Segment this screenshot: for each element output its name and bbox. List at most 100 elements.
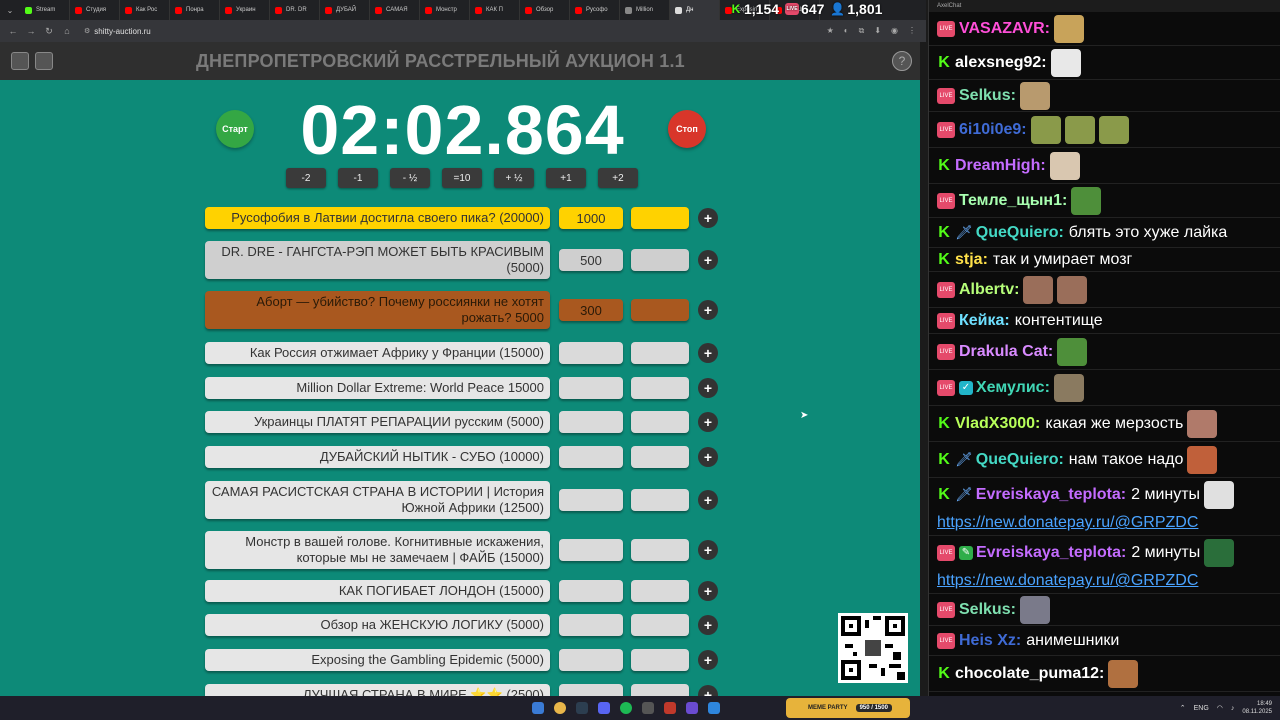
timer-step-button[interactable]: +1 <box>546 168 586 188</box>
lot-add-amount-field[interactable] <box>631 684 689 696</box>
site-info-icon[interactable]: ⚙ <box>84 27 90 35</box>
lot-name-field[interactable]: Аборт — убийство? Почему россиянки не хо… <box>205 291 550 329</box>
steam-icon[interactable] <box>576 702 588 714</box>
menu-icon[interactable]: ⋮ <box>908 26 916 36</box>
add-bid-button[interactable]: + <box>698 208 718 228</box>
help-button[interactable]: ? <box>892 51 912 71</box>
lot-name-field[interactable]: Exposing the Gambling Epidemic (5000) <box>205 649 550 671</box>
browser-tab[interactable]: Million <box>620 0 670 20</box>
lot-amount-field[interactable]: 500 <box>559 249 623 271</box>
lot-amount-field[interactable] <box>559 580 623 602</box>
chat-username[interactable]: Хемулис: <box>976 379 1050 397</box>
add-bid-button[interactable]: + <box>698 540 718 560</box>
chat-username[interactable]: Heis Xz: <box>959 632 1021 650</box>
timer-step-button[interactable]: -2 <box>286 168 326 188</box>
lot-name-field[interactable]: Русофобия в Латвии достигла своего пика?… <box>205 207 550 229</box>
browser-tab[interactable]: САМАЯ <box>370 0 420 20</box>
chat-username[interactable]: Selkus: <box>959 87 1016 105</box>
chat-username[interactable]: 6i10i0e9: <box>959 121 1027 139</box>
wifi-icon[interactable]: ◠ <box>1217 704 1223 712</box>
browser-tab[interactable]: DR. DR <box>270 0 320 20</box>
chat-username[interactable]: DreamHigh: <box>955 157 1046 175</box>
browser-tab[interactable]: Русофо <box>570 0 620 20</box>
lot-amount-field[interactable]: 1000 <box>559 207 623 229</box>
browser-tab[interactable]: Дн <box>670 0 720 20</box>
lot-amount-field[interactable] <box>559 411 623 433</box>
timer-step-button[interactable]: +2 <box>598 168 638 188</box>
lot-amount-field[interactable] <box>559 684 623 696</box>
chat-username[interactable]: QueQuiero: <box>976 451 1064 469</box>
app-icon-2[interactable] <box>686 702 698 714</box>
lot-add-amount-field[interactable] <box>631 411 689 433</box>
lot-add-amount-field[interactable] <box>631 249 689 271</box>
timer-step-button[interactable]: -1 <box>338 168 378 188</box>
chat-username[interactable]: chocolate_puma12: <box>955 665 1104 683</box>
chat-username[interactable]: VladX3000: <box>955 415 1040 433</box>
language-indicator[interactable]: ENG <box>1194 705 1209 712</box>
browser-tab[interactable]: Понра <box>170 0 220 20</box>
add-bid-button[interactable]: + <box>698 300 718 320</box>
volume-icon[interactable]: ♪ <box>1231 705 1235 712</box>
lot-amount-field[interactable] <box>559 342 623 364</box>
chat-username[interactable]: Кейка: <box>959 312 1010 330</box>
add-bid-button[interactable]: + <box>698 615 718 635</box>
chat-username[interactable]: Evreiskaya_teplota: <box>976 486 1126 504</box>
back-icon[interactable]: ← <box>4 26 22 36</box>
chrome-icon[interactable] <box>554 702 566 714</box>
lot-name-field[interactable]: ЛУЧШАЯ СТРАНА В МИРЕ ⭐⭐ (2500) <box>205 684 550 696</box>
chat-username[interactable]: Selkus: <box>959 601 1016 619</box>
lot-add-amount-field[interactable] <box>631 207 689 229</box>
browser-tab[interactable]: ДУБАЙ <box>320 0 370 20</box>
lot-add-amount-field[interactable] <box>631 446 689 468</box>
lot-name-field[interactable]: Как Россия отжимает Африку у Франции (15… <box>205 342 550 364</box>
download-icon[interactable]: ⬇ <box>874 26 881 36</box>
browser-tab[interactable]: Stream <box>20 0 70 20</box>
timer-step-button[interactable]: + ½ <box>494 168 534 188</box>
tray-chevron-icon[interactable]: ⌃ <box>1180 704 1186 712</box>
browser-tab[interactable]: Монстр <box>420 0 470 20</box>
browser-tab[interactable]: Как Рос <box>120 0 170 20</box>
lot-amount-field[interactable]: 300 <box>559 299 623 321</box>
reload-icon[interactable]: ↻ <box>40 26 58 37</box>
chat-username[interactable]: VASAZAVR: <box>959 20 1050 38</box>
forward-icon[interactable]: → <box>22 26 40 36</box>
add-bid-button[interactable]: + <box>698 650 718 670</box>
profile-icon[interactable]: ◉ <box>891 26 898 36</box>
add-bid-button[interactable]: + <box>698 250 718 270</box>
chat-link[interactable]: https://new.donatepay.ru/@GRPZDC <box>937 572 1280 590</box>
lot-name-field[interactable]: Украинцы ПЛАТЯТ РЕПАРАЦИИ русским (5000) <box>205 411 550 433</box>
chat-link[interactable]: https://new.donatepay.ru/@GRPZDC <box>937 514 1280 532</box>
add-bid-button[interactable]: + <box>698 581 718 601</box>
telegram-icon[interactable] <box>708 702 720 714</box>
save-button[interactable] <box>35 52 53 70</box>
lot-amount-field[interactable] <box>559 614 623 636</box>
lot-add-amount-field[interactable] <box>631 580 689 602</box>
start-button[interactable]: Старт <box>216 110 254 148</box>
lot-amount-field[interactable] <box>559 489 623 511</box>
add-bid-button[interactable]: + <box>698 378 718 398</box>
lot-add-amount-field[interactable] <box>631 649 689 671</box>
lot-amount-field[interactable] <box>559 377 623 399</box>
lot-add-amount-field[interactable] <box>631 614 689 636</box>
chat-username[interactable]: QueQuiero: <box>976 224 1064 242</box>
lot-name-field[interactable]: Обзор на ЖЕНСКУЮ ЛОГИКУ (5000) <box>205 614 550 636</box>
timer-step-button[interactable]: - ½ <box>390 168 430 188</box>
lot-name-field[interactable]: КАК ПОГИБАЕТ ЛОНДОН (15000) <box>205 580 550 602</box>
browser-tab[interactable]: Студия <box>70 0 120 20</box>
add-bid-button[interactable]: + <box>698 447 718 467</box>
browser-tab[interactable]: Обзор <box>520 0 570 20</box>
windows-start-icon[interactable] <box>532 702 544 714</box>
stop-button[interactable]: Стоп <box>668 110 706 148</box>
chat-username[interactable]: Темле_щын1: <box>959 192 1067 210</box>
lot-amount-field[interactable] <box>559 446 623 468</box>
clock[interactable]: 18:49 08.11.2025 <box>1242 700 1272 716</box>
app-icon[interactable] <box>664 702 676 714</box>
puzzle-icon[interactable]: ⧉ <box>859 26 865 36</box>
lot-add-amount-field[interactable] <box>631 489 689 511</box>
lot-amount-field[interactable] <box>559 539 623 561</box>
tab-search-icon[interactable]: ⌄ <box>0 0 20 20</box>
chat-username[interactable]: Albertv: <box>959 281 1019 299</box>
lot-amount-field[interactable] <box>559 649 623 671</box>
lot-name-field[interactable]: DR. DRE - ГАНГСТА-РЭП МОЖЕТ БЫТЬ КРАСИВЫ… <box>205 241 550 279</box>
chat-username[interactable]: alexsneg92: <box>955 54 1047 72</box>
